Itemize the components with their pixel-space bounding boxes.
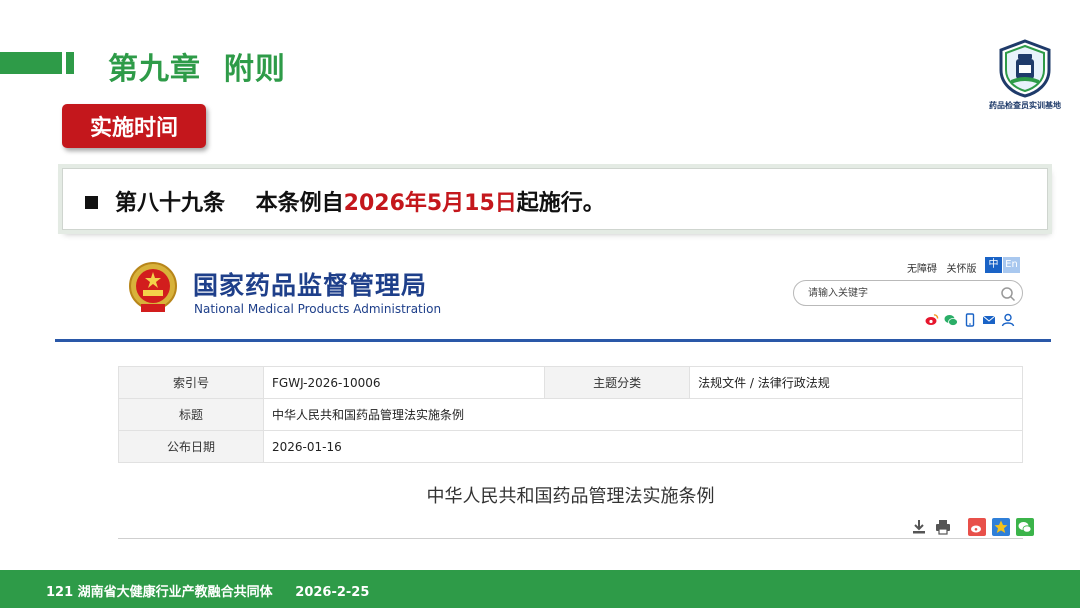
section-tag: 实施时间 bbox=[62, 104, 206, 148]
value-category: 法规文件 / 法律行政法规 bbox=[689, 366, 1023, 399]
chapter-title: 第九章 附则 bbox=[108, 52, 286, 87]
share-weibo-icon[interactable] bbox=[968, 518, 986, 536]
shield-logo-icon bbox=[999, 39, 1051, 98]
share-wechat-icon[interactable] bbox=[1016, 518, 1034, 536]
accessibility-links[interactable]: 无障碍 关怀版 bbox=[907, 260, 977, 275]
mobile-icon[interactable] bbox=[963, 312, 977, 327]
wechat-icon[interactable] bbox=[944, 312, 958, 326]
share-qzone-icon[interactable] bbox=[992, 518, 1010, 536]
download-icon[interactable] bbox=[910, 518, 928, 536]
document-title: 中华人民共和国药品管理法实施条例 bbox=[426, 486, 715, 507]
print-icon[interactable] bbox=[934, 518, 952, 536]
document-divider bbox=[118, 538, 1023, 539]
lang-zh-button[interactable]: 中 bbox=[985, 257, 1002, 273]
value-title: 中华人民共和国药品管理法实施条例 bbox=[263, 398, 1023, 431]
user-icon[interactable] bbox=[1001, 312, 1015, 327]
footer-text: 121 湖南省大健康行业产教融合共同体 2026-2-25 bbox=[46, 585, 370, 600]
header-bar-accent bbox=[66, 52, 74, 74]
site-header: 国家药品监督管理局 National Medical Products Admi… bbox=[55, 250, 1051, 342]
lang-en-button[interactable]: En bbox=[1003, 257, 1020, 273]
logo-caption: 药品检查员实训基地 bbox=[989, 101, 1061, 110]
training-base-logo: 药品检查员实训基地 bbox=[980, 38, 1070, 114]
national-emblem-icon[interactable] bbox=[127, 260, 179, 316]
table-row: 公布日期 2026-01-16 bbox=[118, 430, 1023, 463]
value-publish-date: 2026-01-16 bbox=[263, 430, 1023, 463]
label-index-no: 索引号 bbox=[118, 366, 264, 399]
article-date: 2026年5月15日 bbox=[343, 191, 517, 216]
header-bar bbox=[0, 52, 62, 74]
article-prefix: 第八十九条 本条例自 bbox=[115, 191, 344, 216]
social-links bbox=[925, 312, 1015, 328]
document-toolbar bbox=[910, 517, 1034, 537]
article-box: 第八十九条 本条例自2026年5月15日起施行。 bbox=[62, 168, 1048, 230]
label-title: 标题 bbox=[118, 398, 264, 431]
search-icon[interactable] bbox=[1000, 286, 1016, 302]
site-header-divider bbox=[55, 339, 1051, 342]
site-name-en: National Medical Products Administration bbox=[194, 302, 442, 316]
table-row: 索引号 FGWJ-2026-10006 主题分类 法规文件 / 法律行政法规 bbox=[118, 366, 1023, 399]
label-category: 主题分类 bbox=[544, 366, 691, 399]
label-publish-date: 公布日期 bbox=[118, 430, 264, 463]
article-suffix: 起施行。 bbox=[516, 191, 605, 216]
document-info-table: 索引号 FGWJ-2026-10006 主题分类 法规文件 / 法律行政法规 标… bbox=[118, 366, 1023, 463]
bullet-square-icon bbox=[85, 196, 98, 209]
site-name-cn[interactable]: 国家药品监督管理局 bbox=[193, 266, 427, 302]
table-row: 标题 中华人民共和国药品管理法实施条例 bbox=[118, 398, 1023, 431]
search-box[interactable] bbox=[793, 280, 1023, 306]
search-input[interactable] bbox=[808, 285, 988, 301]
article-text: 第八十九条 本条例自2026年5月15日起施行。 bbox=[115, 185, 605, 217]
value-index-no: FGWJ-2026-10006 bbox=[262, 366, 546, 399]
weibo-icon[interactable] bbox=[925, 312, 939, 326]
footer-bar: 121 湖南省大健康行业产教融合共同体 2026-2-25 bbox=[0, 570, 1080, 608]
mail-icon[interactable] bbox=[982, 312, 996, 326]
